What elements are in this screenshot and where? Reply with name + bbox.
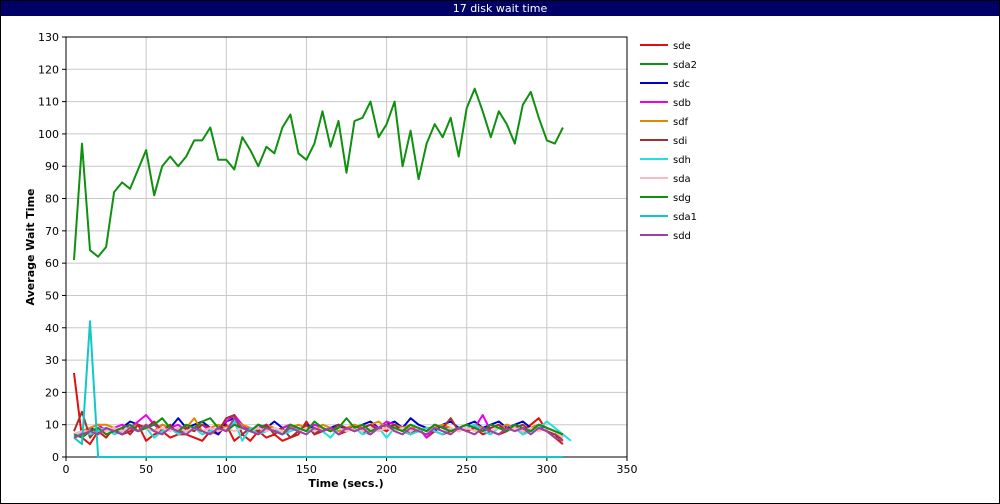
y-tick-label: 50 — [45, 289, 59, 302]
y-tick-label: 120 — [38, 63, 59, 76]
x-tick-label: 300 — [536, 463, 557, 476]
legend: sde sda2 sdc sdb sdf sdi sdh sda sdg sda1 sdd — [640, 41, 697, 242]
legend-label-sdc: sdc — [673, 79, 690, 90]
legend-label-sdi: sdi — [673, 136, 687, 147]
y-tick-label: 100 — [38, 128, 59, 141]
series-lines — [73, 87, 572, 458]
y-tick-label: 110 — [38, 96, 59, 109]
y-tick-label: 40 — [45, 322, 59, 335]
series-line-sda1 — [73, 320, 563, 458]
plot-area — [65, 36, 628, 458]
y-tick-label: 20 — [45, 386, 59, 399]
x-tick-label: 150 — [296, 463, 317, 476]
legend-label-sdb: sdb — [673, 98, 691, 109]
series-line-sda2 — [73, 87, 564, 260]
line-chart: 0 10 20 30 40 50 60 70 80 90 100 110 120 130 0 50 100 15… — [24, 31, 697, 490]
legend-label-sdg: sdg — [673, 193, 691, 204]
y-tick-label: 90 — [45, 160, 59, 173]
x-tick-label: 350 — [617, 463, 638, 476]
y-tick-label: 70 — [45, 225, 59, 238]
x-tick-label: 50 — [139, 463, 153, 476]
grid-lines — [65, 36, 628, 458]
legend-label-sde: sde — [673, 41, 691, 52]
y-axis-label: Average Wait Time — [24, 189, 37, 306]
x-axis-label: Time (secs.) — [308, 477, 383, 490]
legend-label-sda1: sda1 — [673, 212, 697, 223]
x-tick-label: 0 — [63, 463, 70, 476]
x-axis-ticks: 0 50 100 150 200 250 300 350 — [63, 457, 638, 476]
chart-window: 17 disk wait time 0 10 20 30 40 50 60 70 80 90 100… — [0, 0, 1000, 504]
y-tick-label: 130 — [38, 31, 59, 44]
legend-label-sda2: sda2 — [673, 60, 697, 71]
y-tick-label: 10 — [45, 419, 59, 432]
x-tick-label: 200 — [376, 463, 397, 476]
y-tick-label: 0 — [52, 451, 59, 464]
y-tick-label: 30 — [45, 354, 59, 367]
legend-label-sdh: sdh — [673, 155, 691, 166]
y-axis-ticks: 0 10 20 30 40 50 60 70 80 90 100 110 120 130 — [38, 31, 66, 464]
y-tick-label: 60 — [45, 257, 59, 270]
x-tick-label: 250 — [456, 463, 477, 476]
legend-label-sdf: sdf — [673, 117, 689, 128]
y-tick-label: 80 — [45, 193, 59, 206]
legend-label-sdd: sdd — [673, 231, 691, 242]
legend-label-sda: sda — [673, 174, 691, 185]
x-tick-label: 100 — [216, 463, 237, 476]
